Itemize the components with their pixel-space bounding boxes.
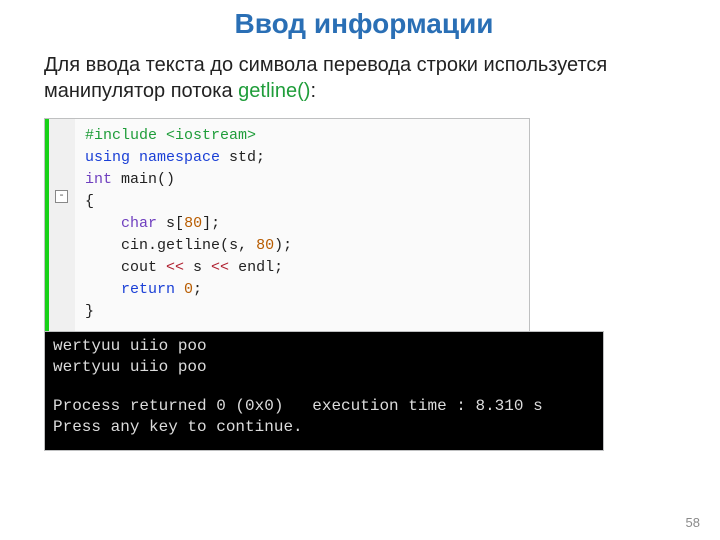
desc-suffix: : (310, 80, 316, 102)
code-l3a: int (85, 171, 121, 188)
code-l6g: 80 (256, 237, 274, 254)
console-line2: wertyuu uiio poo (53, 358, 207, 376)
slide: Ввод информации Для ввода текста до симв… (0, 0, 720, 540)
code-l2a: using (85, 149, 139, 166)
code-l6e: s (229, 237, 238, 254)
code-l4: { (85, 193, 94, 210)
code-l7d: << (211, 259, 238, 276)
page-number: 58 (686, 515, 700, 530)
code-l9: } (85, 303, 94, 320)
console-line3: Process returned 0 (0x0) execution time … (53, 397, 543, 415)
fold-toggle[interactable]: - (55, 190, 68, 203)
code-l6h: ); (274, 237, 292, 254)
code-editor: - #include <iostream> using namespace st… (44, 118, 530, 332)
code-l5c: s (166, 215, 175, 232)
code-l5f: ]; (202, 215, 220, 232)
desc-prefix: Для ввода текста до символа перевода стр… (44, 54, 607, 102)
code-l2b: namespace (139, 149, 229, 166)
code-l1b: <iostream> (166, 127, 256, 144)
code-l5b: char (121, 215, 166, 232)
fold-gutter: - (49, 119, 75, 331)
code-l2c: std (229, 149, 256, 166)
code-l7f: ; (274, 259, 283, 276)
code-l7c: s (193, 259, 211, 276)
code-l6a: cin (85, 237, 148, 254)
console-line1: wertyuu uiio poo (53, 337, 207, 355)
page-title: Ввод информации (44, 8, 684, 40)
code-l6b: . (148, 237, 157, 254)
code-l5d: [ (175, 215, 184, 232)
code-l2d: ; (256, 149, 265, 166)
code-l8c: 0 (184, 281, 193, 298)
code-l7e: endl (238, 259, 274, 276)
code-l5e: 80 (184, 215, 202, 232)
code-l8a (85, 281, 121, 298)
code-l8b: return (121, 281, 184, 298)
code-l8d: ; (193, 281, 202, 298)
desc-highlight: getline() (238, 80, 310, 102)
code-l7a: cout (85, 259, 166, 276)
code-content: #include <iostream> using namespace std;… (75, 119, 302, 331)
code-l3b: main (121, 171, 157, 188)
code-l5a (85, 215, 121, 232)
console-output: wertyuu uiio poo wertyuu uiio poo Proces… (44, 331, 604, 451)
code-l6f: , (238, 237, 256, 254)
code-l6c: getline (157, 237, 220, 254)
description: Для ввода текста до символа перевода стр… (44, 52, 684, 104)
code-l1a: #include (85, 127, 166, 144)
code-l3c: () (157, 171, 175, 188)
code-l7b: << (166, 259, 193, 276)
code-l6d: ( (220, 237, 229, 254)
console-line4: Press any key to continue. (53, 418, 303, 436)
